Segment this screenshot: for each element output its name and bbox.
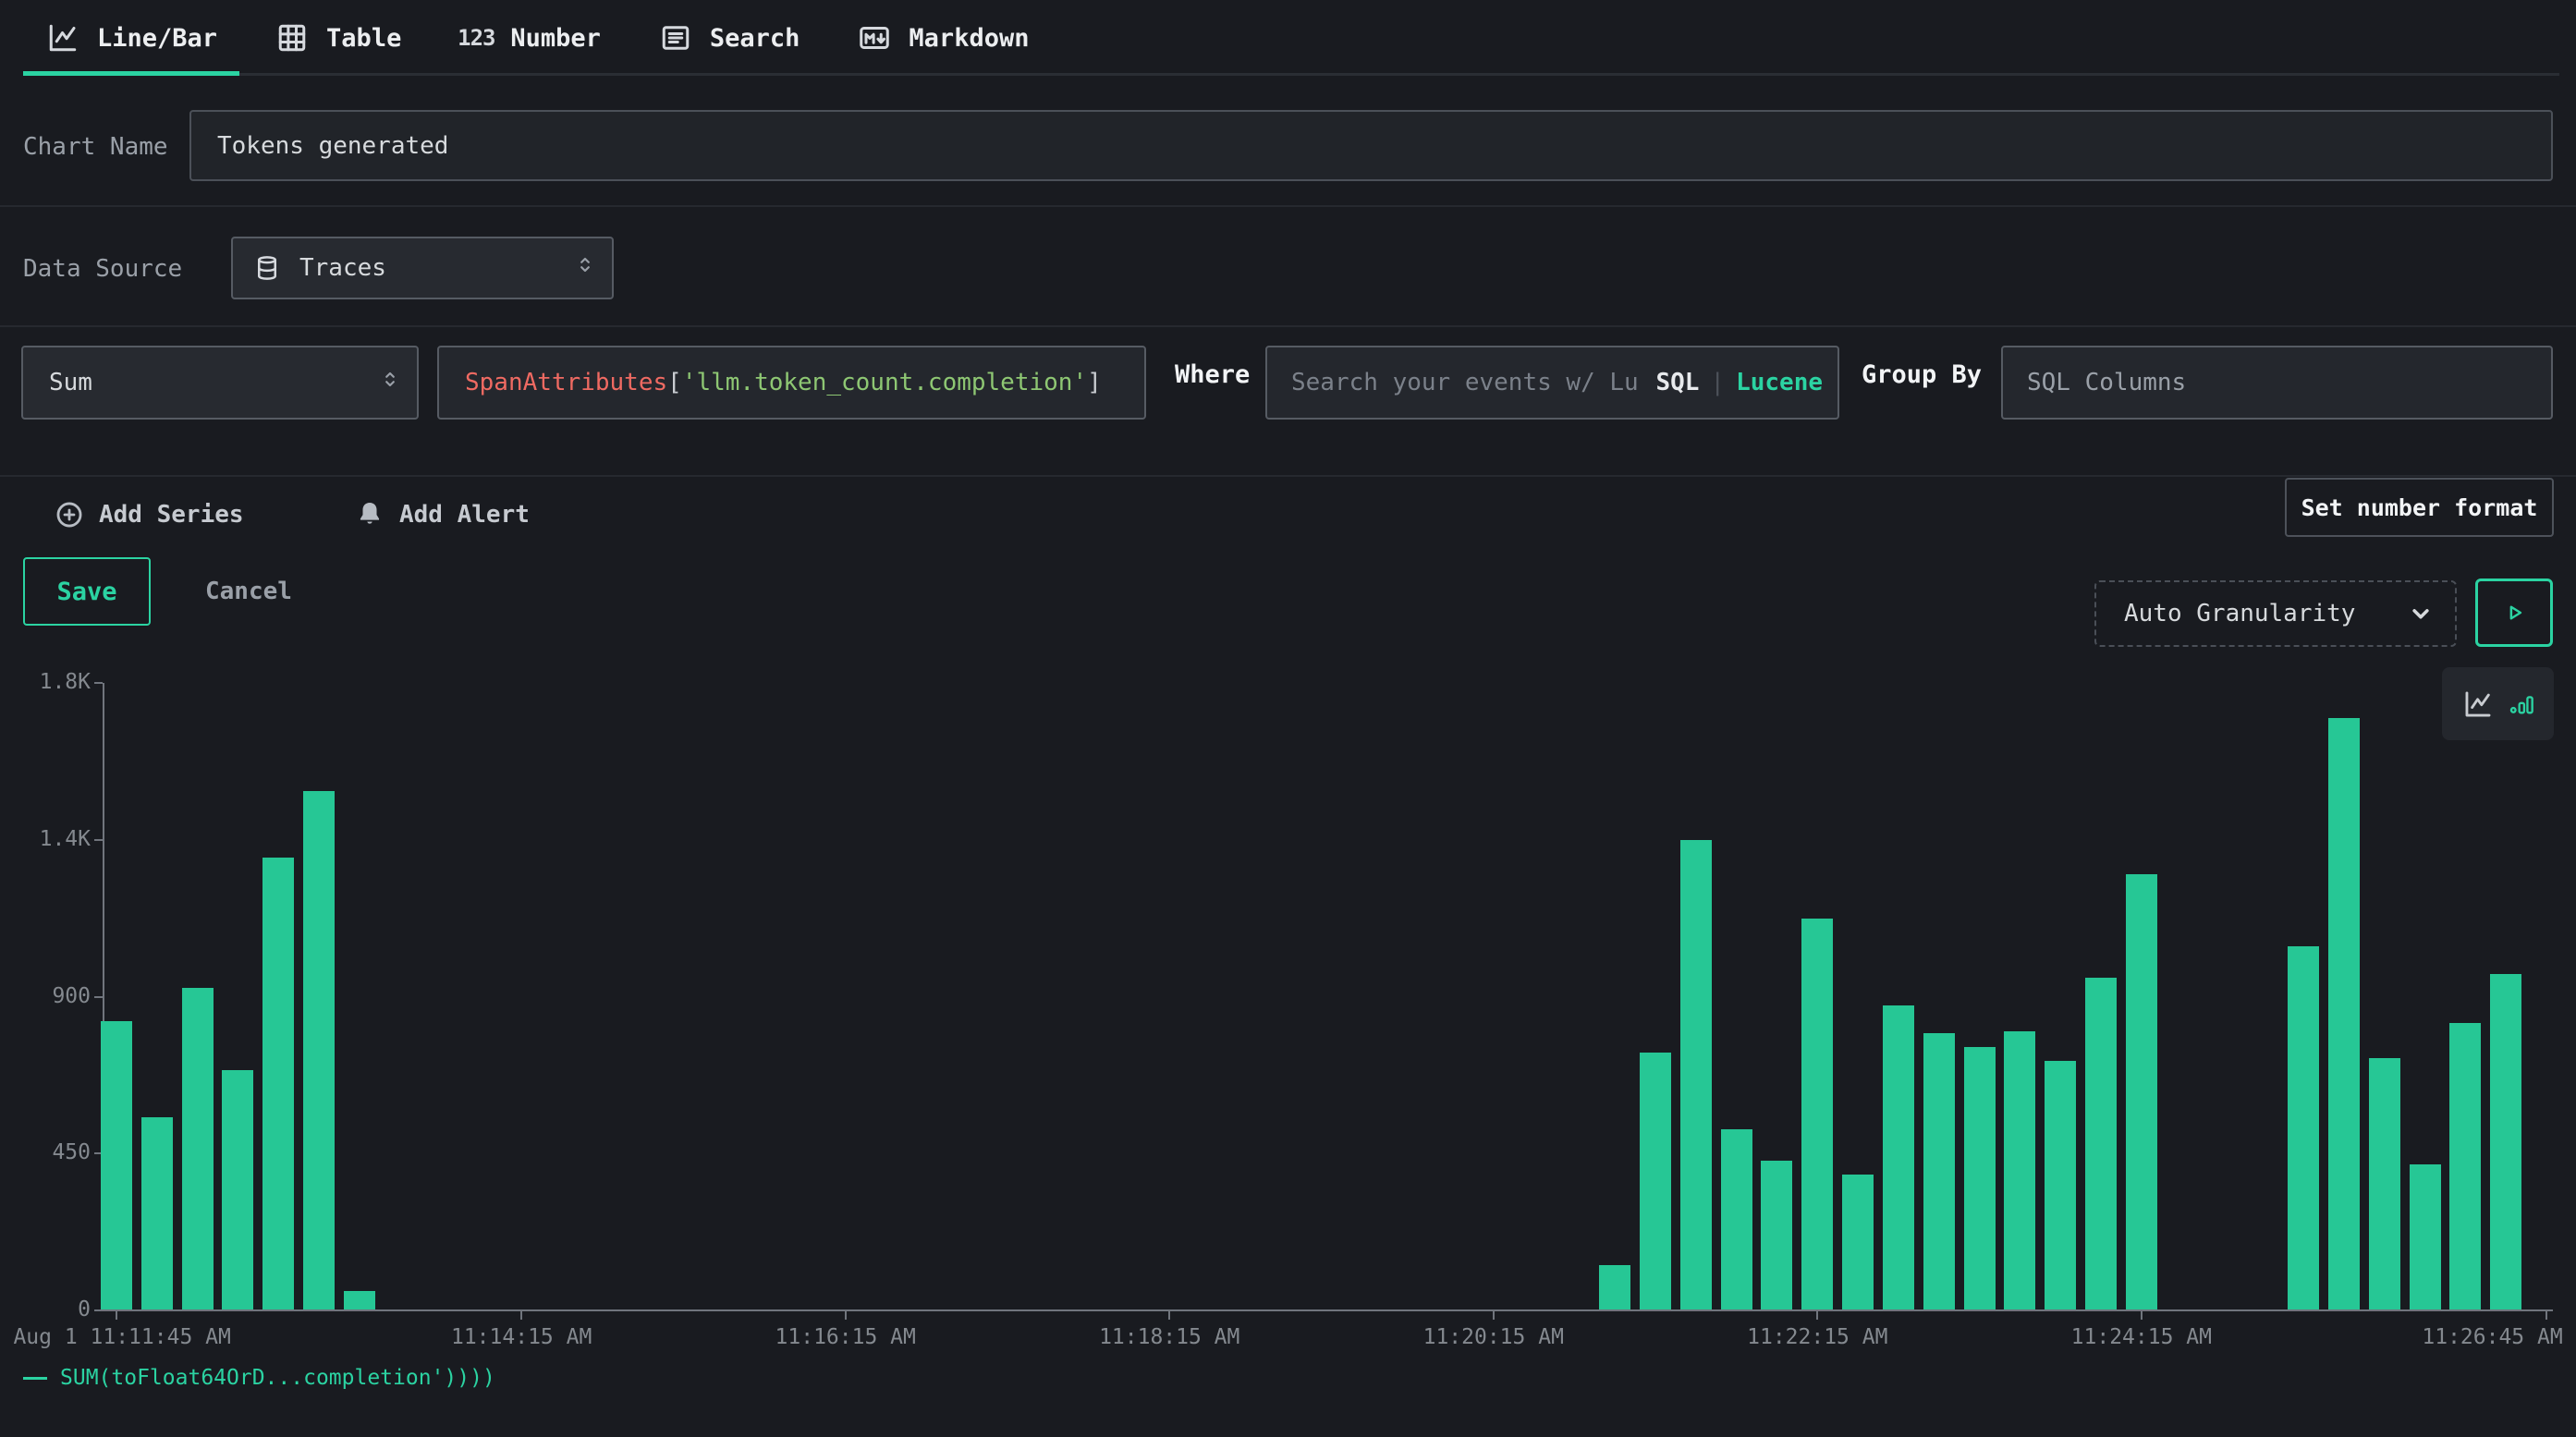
y-axis-label: 900 [0,984,91,1008]
bar[interactable] [1883,1005,1914,1309]
bar[interactable] [344,1291,375,1309]
bar[interactable] [2410,1164,2441,1309]
x-axis-label: 11:26:45 AM [2420,1325,2565,1349]
y-axis-label: 1.8K [0,670,91,694]
bar[interactable] [2328,718,2360,1309]
x-axis-label: 11:22:15 AM [1745,1325,1890,1349]
x-axis-label: Aug 1 11:11:45 AM [11,1325,233,1349]
bar[interactable] [1599,1265,1630,1309]
bar[interactable] [303,791,335,1309]
legend-series-name: SUM(toFloat64OrD...completion')))) [60,1366,495,1390]
x-axis-tick [116,1311,117,1320]
y-axis-tick [94,682,103,684]
bar[interactable] [2369,1058,2400,1309]
bar[interactable] [2045,1061,2076,1309]
x-axis-tick [1168,1311,1170,1320]
bar[interactable] [182,988,214,1309]
x-axis-tick [2141,1311,2143,1320]
bar[interactable] [2288,946,2319,1309]
bar[interactable] [1721,1129,1752,1309]
y-axis-tick [94,1309,103,1311]
y-axis-label: 1.4K [0,827,91,851]
y-axis-label: 0 [0,1297,91,1321]
x-axis-label: 11:24:15 AM [2069,1325,2214,1349]
bar[interactable] [2490,974,2521,1309]
y-axis-tick [94,996,103,998]
bar[interactable] [262,858,294,1309]
x-axis-label: 11:16:15 AM [773,1325,918,1349]
y-axis-label: 450 [0,1140,91,1164]
y-axis-tick [94,839,103,841]
bar[interactable] [1640,1053,1671,1309]
bar[interactable] [222,1070,253,1309]
bar[interactable] [1964,1047,1996,1309]
bar[interactable] [141,1117,173,1309]
bar[interactable] [1680,840,1712,1309]
chart-plot-area[interactable]: 0 450 900 1.4K 1.8K Aug 1 11:11:45 AM 11:14:15… [0,0,2576,1437]
x-axis-label: 11:14:15 AM [449,1325,594,1349]
x-axis-label: 11:20:15 AM [1421,1325,1566,1349]
bar[interactable] [1923,1033,1955,1309]
bar[interactable] [2085,978,2117,1309]
bar[interactable] [101,1021,132,1309]
bar[interactable] [2004,1031,2035,1309]
x-axis-line [103,1309,2553,1311]
bar[interactable] [1801,919,1833,1309]
x-axis-tick [1493,1311,1495,1320]
bar[interactable] [2126,874,2157,1309]
x-axis-tick [1816,1311,1818,1320]
bar[interactable] [1761,1161,1792,1309]
x-axis-tick [520,1311,522,1320]
x-axis-tick [2545,1311,2547,1320]
bar[interactable] [1842,1175,1874,1309]
x-axis-label: 11:18:15 AM [1097,1325,1242,1349]
chart-legend[interactable]: SUM(toFloat64OrD...completion')))) [23,1366,495,1390]
legend-series-marker [23,1377,47,1380]
bar[interactable] [2449,1023,2481,1309]
x-axis-tick [845,1311,847,1320]
